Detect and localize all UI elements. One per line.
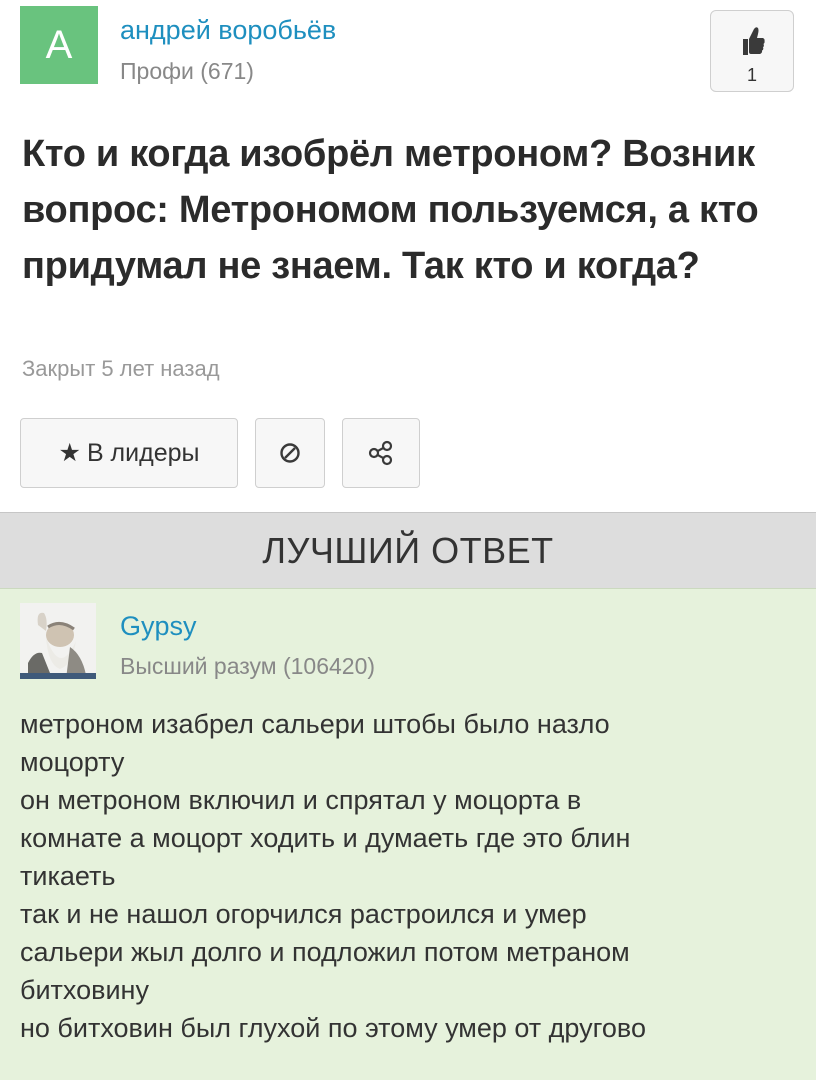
answerer-avatar[interactable] (20, 603, 96, 679)
author-rank: Профи (671) (120, 58, 254, 84)
author-avatar[interactable]: А (20, 6, 98, 84)
answer-line: но битховин был глухой по этому умер от … (20, 1013, 646, 1043)
answer-text: метроном изабрел сальери штобы было назл… (20, 705, 800, 1047)
answer-line: битховину (20, 975, 149, 1005)
closed-status: Закрыт 5 лет назад (22, 356, 220, 381)
report-button[interactable] (255, 418, 325, 488)
add-to-leaders-label: В лидеры (86, 439, 200, 467)
share-icon (368, 440, 393, 466)
answer-line: тикаеть (20, 861, 116, 891)
answer-line: моцорту (20, 747, 125, 777)
question-block: А андрей воробьёв Профи (671) 1 Кто и ко… (0, 0, 816, 512)
share-button[interactable] (342, 418, 420, 488)
answer-line: он метроном включил и спрятал у моцорта … (20, 785, 582, 815)
star-icon: ★ (58, 439, 81, 467)
best-answer-block: Gypsy Высший разум (106420) метроном иза… (0, 588, 816, 1080)
answer-line: метроном изабрел сальери штобы было назл… (20, 709, 610, 739)
block-icon (280, 443, 300, 463)
like-button[interactable]: 1 (710, 10, 794, 92)
old-man-avatar-image (20, 603, 96, 679)
author-name-link[interactable]: андрей воробьёв (120, 15, 336, 46)
answer-line: сальери жыл долго и подложил потом метра… (20, 937, 630, 967)
answer-line: комнате а моцорт ходить и думаеть где эт… (20, 823, 631, 853)
like-count: 1 (746, 65, 757, 85)
answerer-name-link[interactable]: Gypsy (120, 611, 197, 642)
best-answer-header: ЛУЧШИЙ ОТВЕТ (0, 512, 816, 588)
add-to-leaders-button[interactable]: ★ В лидеры (20, 418, 238, 488)
answerer-rank: Высший разум (106420) (120, 653, 376, 679)
thumbs-up-icon (743, 27, 765, 55)
answer-line: так и не нашол огорчился растроился и ум… (20, 899, 587, 929)
question-title: Кто и когда изобрёл метроном? Возник воп… (22, 133, 759, 287)
